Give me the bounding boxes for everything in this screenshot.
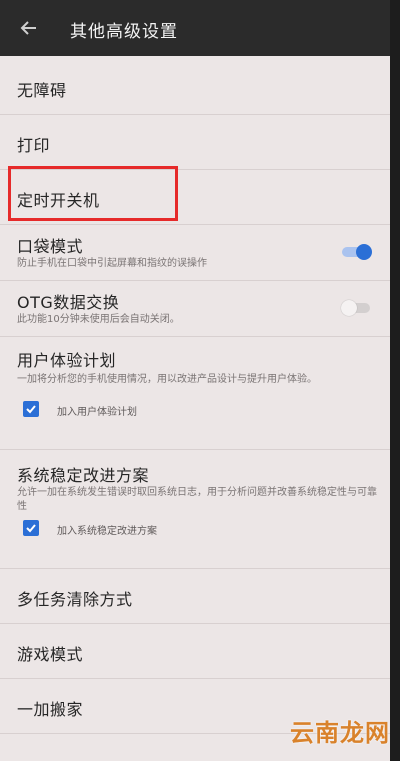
otg-toggle[interactable]: [341, 300, 372, 316]
checkbox-label: 加入系统稳定改进方案: [57, 526, 157, 537]
checkmark-icon: [26, 405, 36, 414]
checkmark-icon: [26, 524, 36, 533]
item-description: 防止手机在口袋中引起屏幕和指纹的误操作: [17, 258, 207, 269]
item-description: 此功能10分钟未使用后会自动关闭。: [17, 314, 180, 325]
item-label: OTG数据交换: [17, 293, 120, 312]
item-user-experience: 用户体验计划 一加将分析您的手机使用情况，用以改进产品设计与提升用户体验。 加入…: [0, 337, 390, 450]
item-description: 允许一加在系统发生错误时取回系统日志，用于分析问题并改善系统稳定性与可靠性: [17, 487, 377, 512]
item-description: 一加将分析您的手机使用情况，用以改进产品设计与提升用户体验。: [17, 374, 317, 385]
highlight-box: [8, 166, 178, 221]
toggle-knob: [341, 300, 357, 316]
toggle-knob: [356, 244, 372, 260]
app-bar: 其他高级设置: [0, 0, 390, 56]
page-title: 其他高级设置: [70, 22, 178, 42]
checkbox-label: 加入用户体验计划: [57, 407, 137, 418]
settings-list: 无障碍 打印 定时开关机 口袋模式 防止手机在口袋中引起屏幕和指纹的误操作 OT…: [0, 60, 390, 734]
item-label: 口袋模式: [17, 237, 84, 256]
back-button[interactable]: [14, 13, 44, 43]
item-system-stability: 系统稳定改进方案 允许一加在系统发生错误时取回系统日志，用于分析问题并改善系统稳…: [0, 450, 390, 569]
item-label: 打印: [17, 136, 51, 155]
item-multitask-clear[interactable]: 多任务清除方式: [0, 569, 390, 624]
item-label: 无障碍: [17, 81, 67, 100]
item-label: 多任务清除方式: [17, 590, 133, 609]
user-experience-checkbox[interactable]: [23, 401, 39, 417]
settings-screen: 其他高级设置 无障碍 打印 定时开关机 口袋模式 防止手机在口袋中引起屏幕和指纹…: [0, 0, 390, 761]
system-stability-checkbox[interactable]: [23, 520, 39, 536]
arrow-left-icon: [20, 21, 36, 35]
item-label: 系统稳定改进方案: [17, 466, 150, 485]
item-pocket-mode[interactable]: 口袋模式 防止手机在口袋中引起屏幕和指纹的误操作: [0, 225, 390, 281]
item-label: 一加搬家: [17, 700, 84, 719]
watermark: 云南龙网: [290, 719, 390, 747]
item-print[interactable]: 打印: [0, 115, 390, 170]
item-label: 用户体验计划: [17, 351, 117, 370]
pocket-mode-toggle[interactable]: [342, 244, 372, 260]
item-otg[interactable]: OTG数据交换 此功能10分钟未使用后会自动关闭。: [0, 281, 390, 337]
item-label: 游戏模式: [17, 645, 84, 664]
item-accessibility[interactable]: 无障碍: [0, 60, 390, 115]
item-game-mode[interactable]: 游戏模式: [0, 624, 390, 679]
